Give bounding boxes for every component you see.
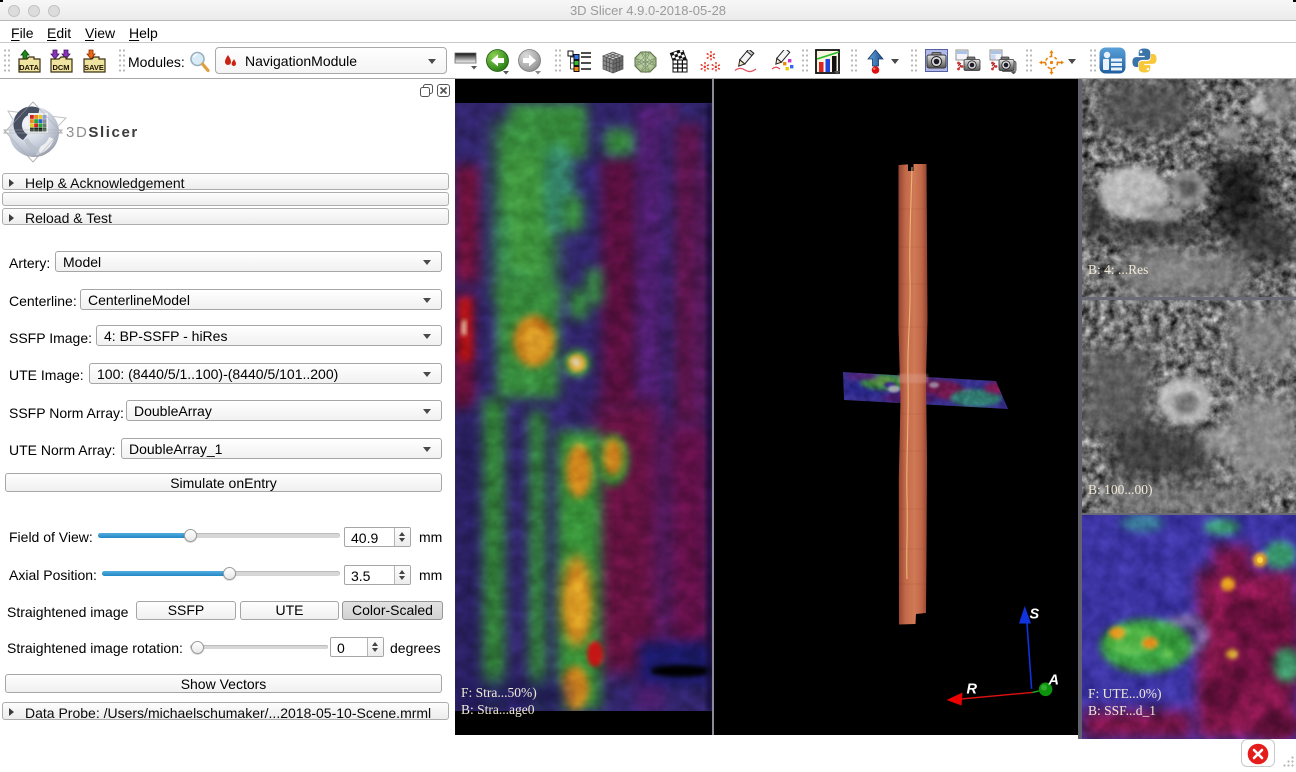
svg-text:R: R <box>967 682 978 698</box>
svg-text:DATA: DATA <box>19 63 39 72</box>
svg-text:DCM: DCM <box>52 63 69 72</box>
svg-text:SAVE: SAVE <box>84 63 104 72</box>
svg-text:S: S <box>1030 607 1040 623</box>
svg-text:A: A <box>1048 673 1059 689</box>
